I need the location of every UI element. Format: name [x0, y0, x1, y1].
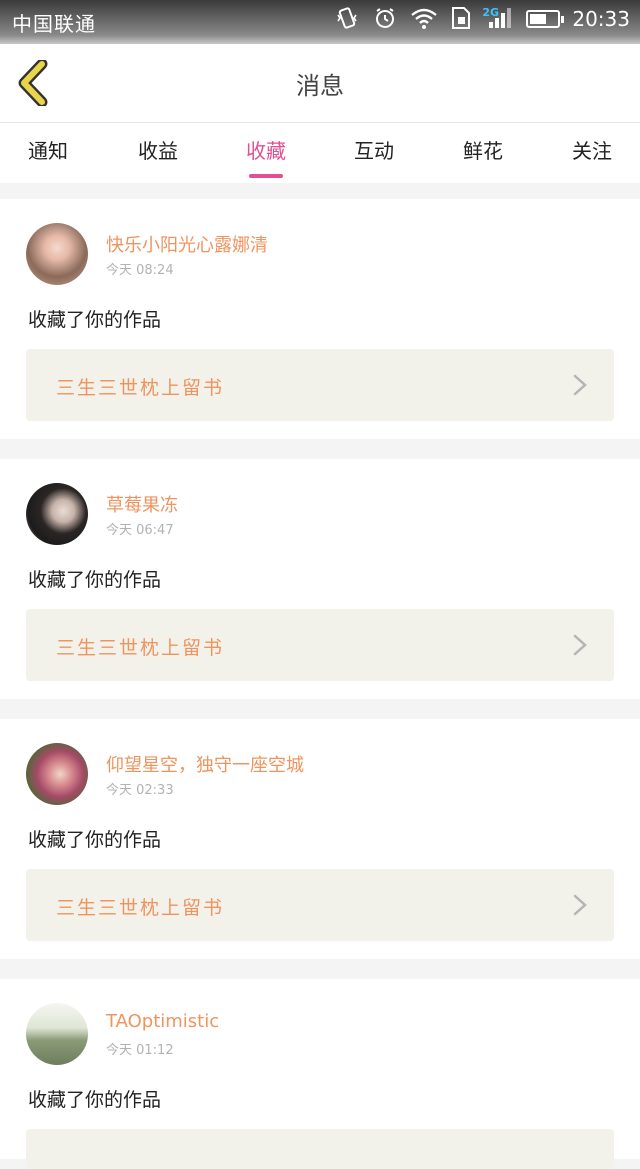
tab-following[interactable]: 关注	[552, 135, 632, 164]
alarm-icon	[372, 6, 398, 32]
network-type-label: 2G	[482, 6, 500, 19]
work-link[interactable]	[26, 1129, 614, 1169]
tab-favorites[interactable]: 收藏	[226, 135, 306, 178]
work-link[interactable]: 三生三世枕上留书	[26, 349, 614, 421]
user-name[interactable]: TAOptimistic	[106, 1011, 219, 1032]
message-card: 快乐小阳光心露娜清 今天 08:24 收藏了你的作品 三生三世枕上留书	[0, 199, 640, 439]
action-text: 收藏了你的作品	[28, 829, 162, 851]
tab-bar: 通知 收益 收藏 互动 鲜花 关注	[0, 123, 640, 183]
message-card: TAOptimistic 今天 01:12 收藏了你的作品	[0, 979, 640, 1169]
tab-label: 关注	[572, 139, 612, 163]
chevron-right-icon	[573, 634, 587, 656]
timestamp: 今天 06:47	[106, 523, 174, 538]
timestamp: 今天 01:12	[106, 1043, 174, 1058]
tab-label: 鲜花	[463, 139, 503, 163]
tab-interactions[interactable]: 互动	[334, 135, 414, 164]
carrier-label: 中国联通	[12, 12, 96, 36]
user-name[interactable]: 草莓果冻	[106, 491, 178, 517]
timestamp: 今天 08:24	[106, 263, 174, 278]
status-bar: 中国联通 2G 20:33	[0, 0, 640, 44]
tab-notifications[interactable]: 通知	[8, 135, 88, 164]
work-link[interactable]: 三生三世枕上留书	[26, 609, 614, 681]
tab-label: 收藏	[246, 139, 286, 163]
tab-label: 收益	[138, 139, 178, 163]
sim-card-icon	[448, 6, 474, 32]
tab-label: 通知	[28, 139, 68, 163]
message-card: 仰望星空，独守一座空城 今天 02:33 收藏了你的作品 三生三世枕上留书	[0, 719, 640, 959]
action-text: 收藏了你的作品	[28, 309, 162, 331]
message-card: 草莓果冻 今天 06:47 收藏了你的作品 三生三世枕上留书	[0, 459, 640, 699]
active-tab-indicator	[249, 174, 283, 178]
work-link[interactable]: 三生三世枕上留书	[26, 869, 614, 941]
avatar[interactable]	[26, 743, 88, 805]
work-title: 三生三世枕上留书	[56, 637, 225, 659]
avatar[interactable]	[26, 1003, 88, 1065]
status-icons: 2G 20:33	[334, 6, 630, 32]
signal-icon: 2G	[482, 6, 514, 32]
header-bar: 消息	[0, 44, 640, 123]
action-text: 收藏了你的作品	[28, 1089, 162, 1111]
tab-flowers[interactable]: 鲜花	[443, 135, 523, 164]
chevron-right-icon	[573, 894, 587, 916]
work-title: 三生三世枕上留书	[56, 377, 225, 399]
avatar[interactable]	[26, 483, 88, 545]
tab-earnings[interactable]: 收益	[118, 135, 198, 164]
action-text: 收藏了你的作品	[28, 569, 162, 591]
page-title: 消息	[296, 72, 344, 100]
user-name[interactable]: 快乐小阳光心露娜清	[106, 231, 268, 257]
avatar[interactable]	[26, 223, 88, 285]
timestamp: 今天 02:33	[106, 783, 174, 798]
wifi-icon	[410, 6, 438, 32]
battery-icon	[526, 10, 565, 28]
clock: 20:33	[572, 7, 630, 31]
tab-label: 互动	[354, 139, 394, 163]
vibrate-icon	[334, 6, 360, 32]
chevron-right-icon	[573, 374, 587, 396]
user-name[interactable]: 仰望星空，独守一座空城	[106, 751, 304, 777]
work-title: 三生三世枕上留书	[56, 897, 225, 919]
